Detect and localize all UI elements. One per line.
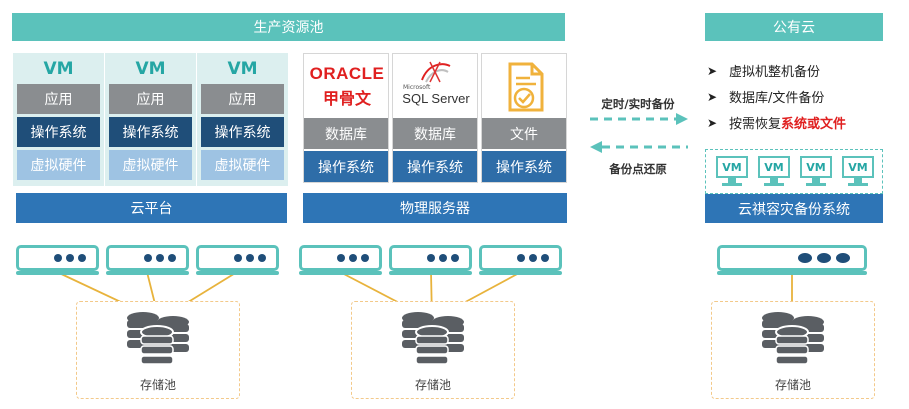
storage-pool-cloud: 存储池 (711, 301, 875, 399)
server-rack-unit (717, 245, 867, 275)
server-rack-unit (299, 245, 382, 275)
server-rack-unit (479, 245, 562, 275)
server-rack-unit (196, 245, 279, 275)
database-stack-icon (127, 312, 189, 365)
database-stack-icon (762, 312, 824, 365)
server-rack-unit (16, 245, 99, 275)
storage-pool-cloud-platform: 存储池 (76, 301, 240, 399)
server-rack-unit (389, 245, 472, 275)
database-stack-icon (402, 312, 464, 365)
storage-pool-label: 存储池 (414, 378, 451, 392)
storage-pool-label: 存储池 (774, 378, 811, 392)
storage-pool-label: 存储池 (139, 378, 176, 392)
storage-pool-physical: 存储池 (351, 301, 515, 399)
server-rack-unit (106, 245, 189, 275)
